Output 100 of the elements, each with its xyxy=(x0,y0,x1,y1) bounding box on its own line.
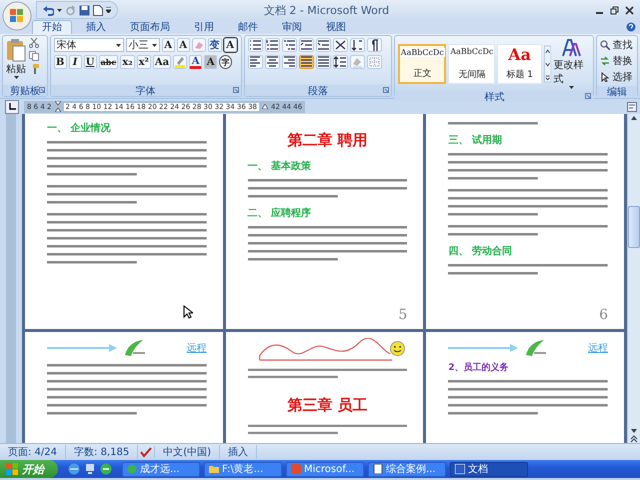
spell-check-icon[interactable] xyxy=(138,446,156,458)
dialog-launcher-icon[interactable] xyxy=(585,93,592,99)
caret-icon xyxy=(14,76,18,79)
styles-icon xyxy=(562,38,582,58)
align-left-icon[interactable] xyxy=(248,55,263,69)
strikethrough-button[interactable]: abc xyxy=(98,55,118,69)
copy-icon[interactable] xyxy=(29,51,39,61)
style-gallery-item[interactable]: Aa 标题 1 xyxy=(497,44,542,84)
save-icon[interactable] xyxy=(79,4,90,16)
section-heading: 二、 应聘程序 xyxy=(248,207,312,220)
page-number: 5 xyxy=(397,307,408,323)
ribbon-tab[interactable]: 邮件 xyxy=(228,20,268,34)
select-icon xyxy=(600,72,610,82)
ribbon-tab[interactable]: 视图 xyxy=(316,20,356,34)
shrink-font-button[interactable]: A xyxy=(176,38,190,52)
line-spacing-icon[interactable] xyxy=(332,55,348,69)
sort-icon[interactable] xyxy=(350,38,365,52)
scroll-down-icon[interactable] xyxy=(630,427,638,435)
change-styles-button[interactable]: 更改样式 xyxy=(553,38,590,89)
caret-icon xyxy=(152,44,157,46)
caret-icon[interactable] xyxy=(57,8,62,12)
highlighter-icon[interactable] xyxy=(173,55,188,69)
enclosed-character-button[interactable]: 字 xyxy=(219,55,232,69)
increase-indent-icon[interactable] xyxy=(316,38,331,52)
select-button[interactable]: 选择 xyxy=(600,70,632,84)
dialog-launcher-icon[interactable] xyxy=(383,87,390,93)
indent-marker-icon[interactable] xyxy=(262,104,268,109)
character-shading-button[interactable]: A xyxy=(204,55,218,69)
desktop-icon[interactable] xyxy=(84,463,96,475)
ribbon-tab[interactable]: 开始 xyxy=(32,20,72,34)
leaf-logo-icon xyxy=(524,339,546,357)
font-name-field[interactable]: 宋体 xyxy=(54,38,124,52)
document-icon xyxy=(373,464,383,474)
chapter-title: 第三章 员工 xyxy=(286,394,369,415)
group-label: 字体 xyxy=(136,84,156,98)
ribbon-tab[interactable]: 插入 xyxy=(76,20,116,34)
taskbar-button[interactable]: 文档 xyxy=(450,462,528,476)
subscript-button[interactable]: x₂ xyxy=(120,55,135,69)
tab-selector-button[interactable] xyxy=(5,100,19,114)
group-label: 剪贴板 xyxy=(10,84,40,98)
grow-font-button[interactable]: A xyxy=(162,38,175,52)
taskbar-button[interactable]: 成才远... xyxy=(122,462,200,476)
paragraph-mark-icon[interactable] xyxy=(366,38,382,52)
paste-button[interactable]: 粘贴 xyxy=(6,38,26,83)
ribbon-tab[interactable]: 审阅 xyxy=(272,20,312,34)
section-heading: 四、 劳动合同 xyxy=(448,245,513,258)
multilevel-list-icon[interactable] xyxy=(282,38,297,52)
undo-icon[interactable] xyxy=(43,4,54,16)
help-icon[interactable] xyxy=(626,22,636,32)
taskbar-button[interactable]: 综合案例... xyxy=(368,462,446,476)
language-status[interactable]: 中文(中国) xyxy=(155,445,220,459)
numbered-list-icon[interactable] xyxy=(264,38,280,52)
restore-icon[interactable] xyxy=(610,6,619,14)
previous-page-icon[interactable] xyxy=(630,435,638,443)
close-icon[interactable] xyxy=(625,6,634,14)
word-count-status[interactable]: 字数: 8,185 xyxy=(66,445,138,459)
arrow-icon xyxy=(47,344,117,352)
font-size-field[interactable]: 小三 xyxy=(126,38,160,52)
style-gallery-item[interactable]: AaBbCcDc 无间隔 xyxy=(448,44,496,84)
new-document-icon[interactable] xyxy=(93,4,103,16)
dialog-launcher-icon[interactable] xyxy=(38,87,45,93)
decrease-indent-icon[interactable] xyxy=(298,38,314,52)
superscript-button[interactable]: x² xyxy=(136,55,151,69)
find-icon xyxy=(600,40,610,50)
group-label: 样式 xyxy=(484,90,504,104)
scrollbar-thumb[interactable] xyxy=(628,206,640,248)
taskbar-button[interactable]: Microsof... xyxy=(286,462,364,476)
find-button[interactable]: 查找 xyxy=(600,38,632,52)
align-right-icon[interactable] xyxy=(282,55,297,69)
change-case-button[interactable]: Aa xyxy=(152,55,172,69)
caret-icon xyxy=(569,86,574,89)
ribbon-tab[interactable]: 页面布局 xyxy=(120,20,180,34)
italic-button[interactable]: I xyxy=(68,55,82,69)
phonetic-guide-button[interactable]: 变 xyxy=(208,38,222,52)
replace-button[interactable]: 替换 xyxy=(600,54,632,68)
insert-mode-status[interactable]: 插入 xyxy=(220,445,258,459)
character-border-button[interactable]: A xyxy=(224,38,237,52)
replace-icon xyxy=(600,56,610,66)
style-gallery-item[interactable]: AaBbCcDc 正文 xyxy=(398,44,446,84)
bullet-list-icon[interactable] xyxy=(248,38,263,52)
view-ruler-icon[interactable] xyxy=(627,102,637,112)
indent-marker-icon[interactable] xyxy=(54,101,60,112)
ribbon-tab[interactable]: 引用 xyxy=(184,20,224,34)
group-label: 段落 xyxy=(308,84,328,98)
page-count-status[interactable]: 页面: 4/24 xyxy=(0,445,66,459)
align-justify-icon[interactable] xyxy=(298,55,314,69)
align-center-icon[interactable] xyxy=(264,55,280,69)
scissors-icon[interactable] xyxy=(29,38,39,48)
dialog-launcher-icon[interactable] xyxy=(232,87,239,93)
font-color-button[interactable]: A xyxy=(189,55,202,69)
underline-button[interactable]: U xyxy=(84,55,97,69)
leaf-logo-icon xyxy=(123,339,145,357)
taskbar-button[interactable]: F:\黄老... xyxy=(204,462,282,476)
customize-caret-icon[interactable] xyxy=(106,7,111,13)
bold-button[interactable]: B xyxy=(54,55,67,69)
gallery-scroll-icon[interactable] xyxy=(544,44,552,84)
section-heading: 三、 试用期 xyxy=(448,134,503,147)
clipboard-icon xyxy=(6,38,26,62)
folder-icon xyxy=(209,464,219,474)
align-distribute-icon[interactable] xyxy=(316,55,331,69)
